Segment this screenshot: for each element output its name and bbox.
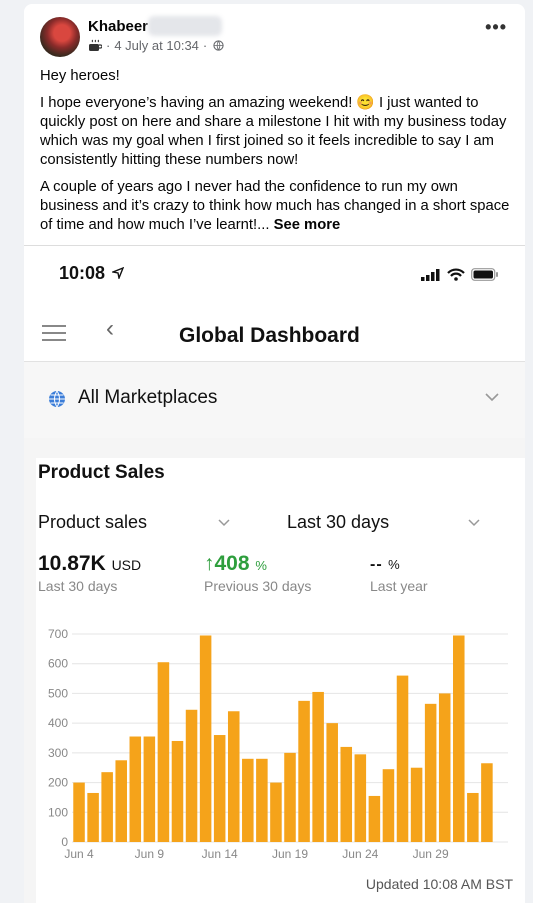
sales-change-unit: % (255, 558, 267, 573)
bar (424, 703, 437, 842)
post-paragraph-2: I hope everyone’s having an amazing week… (40, 95, 507, 168)
bar (256, 758, 268, 842)
bar (326, 723, 338, 842)
x-tick-label: Jun 4 (64, 847, 94, 861)
bar (213, 735, 226, 842)
x-tick-label: Jun 19 (272, 847, 308, 861)
section-title: Product Sales (38, 462, 165, 483)
sales-total: 10.87K USD (38, 552, 141, 576)
chevron-down-icon (485, 393, 499, 402)
bar (157, 662, 170, 842)
bar (312, 691, 324, 842)
bar (73, 782, 85, 842)
cellular-signal-icon (421, 268, 440, 281)
bar (396, 675, 409, 842)
x-tick-label: Jun 24 (342, 847, 378, 861)
more-dots-icon[interactable]: ••• (485, 18, 507, 36)
metric-dropdown[interactable]: Product sales (38, 512, 147, 533)
menu-icon[interactable] (42, 325, 66, 346)
bar (129, 736, 142, 842)
status-time: 10:08 (59, 263, 125, 284)
post-text: Hey heroes! I hope everyone’s having an … (40, 67, 512, 243)
sales-change-label: Previous 30 days (204, 578, 312, 594)
y-tick-label: 700 (48, 627, 68, 641)
sales-change-value: 408 (214, 552, 250, 575)
sales-total-unit: USD (111, 557, 142, 573)
bar (481, 763, 493, 842)
post-paragraph-3: A couple of years ago I never had the co… (40, 178, 512, 235)
bar (242, 758, 254, 842)
post-meta: · 4 July at 10:34 · (88, 38, 224, 53)
sales-total-label: Last 30 days (38, 578, 118, 594)
author-name[interactable]: Khabeer (88, 18, 148, 35)
sales-total-value: 10.87K (38, 552, 106, 575)
sales-yoy: -- % (370, 556, 401, 574)
system-icons (421, 268, 499, 281)
battery-icon (471, 268, 498, 281)
status-time-value: 10:08 (59, 263, 106, 283)
sales-yoy-value: -- (370, 556, 383, 573)
back-chevron-icon[interactable]: ‹ (106, 315, 114, 343)
bar (298, 700, 310, 842)
x-tick-label: Jun 14 (202, 847, 238, 861)
bar (284, 752, 296, 842)
marketplace-selector[interactable]: All Marketplaces (24, 362, 525, 438)
metric-chevron-down-icon[interactable] (218, 519, 230, 527)
x-tick-label: Jun 29 (413, 847, 449, 861)
location-arrow-icon (110, 266, 125, 281)
bar (438, 693, 451, 842)
bar (115, 760, 127, 842)
bar (87, 792, 99, 842)
phone-status-bar: 10:08 (24, 246, 525, 298)
y-tick-label: 500 (48, 686, 68, 700)
meta-separator: · (106, 38, 111, 53)
bar (410, 767, 423, 842)
post-paragraph-1: Hey heroes! (40, 68, 120, 84)
bar (354, 754, 367, 842)
bar (171, 740, 184, 842)
app-nav-bar: ‹ Global Dashboard (24, 298, 525, 362)
y-tick-label: 400 (48, 716, 68, 730)
sales-change: ↑408 % (204, 552, 267, 576)
sales-yoy-label: Last year (370, 578, 428, 594)
bar (270, 782, 282, 842)
sales-bar-chart: 0100200300400500600700Jun 4 Jun 9 Jun 14 Ju… (48, 627, 508, 861)
bar (467, 792, 479, 842)
bar (199, 635, 212, 842)
bar (382, 769, 395, 842)
marketplace-label: All Marketplaces (78, 387, 218, 408)
attached-screenshot[interactable]: 10:08 ‹ Global Dashboard All Marketplace… (24, 245, 525, 903)
bar (101, 772, 113, 842)
bar (368, 795, 381, 842)
globe-icon (49, 390, 65, 408)
see-more-link[interactable]: See more (274, 217, 341, 233)
wifi-icon (447, 268, 465, 281)
coffee-cup-icon (89, 39, 102, 51)
x-tick-label: Jun 9 (135, 847, 165, 861)
range-dropdown[interactable]: Last 30 days (287, 512, 389, 533)
meta-separator-2: · (202, 38, 208, 53)
sales-yoy-unit: % (388, 557, 401, 572)
range-chevron-down-icon[interactable] (468, 519, 480, 527)
facebook-post-card: Khabeer · 4 July at 10:34 · ••• Hey hero… (24, 4, 525, 903)
bar (227, 711, 240, 842)
page-title: Global Dashboard (179, 324, 360, 347)
redacted-name-blur (148, 16, 222, 36)
bar (453, 635, 465, 842)
y-tick-label: 100 (48, 805, 68, 819)
audience-globe-icon (213, 40, 224, 51)
post-timestamp[interactable]: 4 July at 10:34 (114, 38, 199, 53)
bar (340, 746, 353, 842)
product-sales-card: Product Sales Product sales Last 30 days… (36, 458, 525, 903)
y-tick-label: 300 (48, 746, 68, 760)
updated-timestamp: Updated 10:08 AM BST (365, 876, 513, 892)
up-arrow-icon: ↑ (204, 552, 215, 575)
bar (185, 709, 198, 842)
y-tick-label: 200 (48, 776, 68, 790)
author-avatar[interactable] (40, 17, 80, 57)
bar (143, 736, 156, 842)
y-tick-label: 600 (48, 657, 68, 671)
